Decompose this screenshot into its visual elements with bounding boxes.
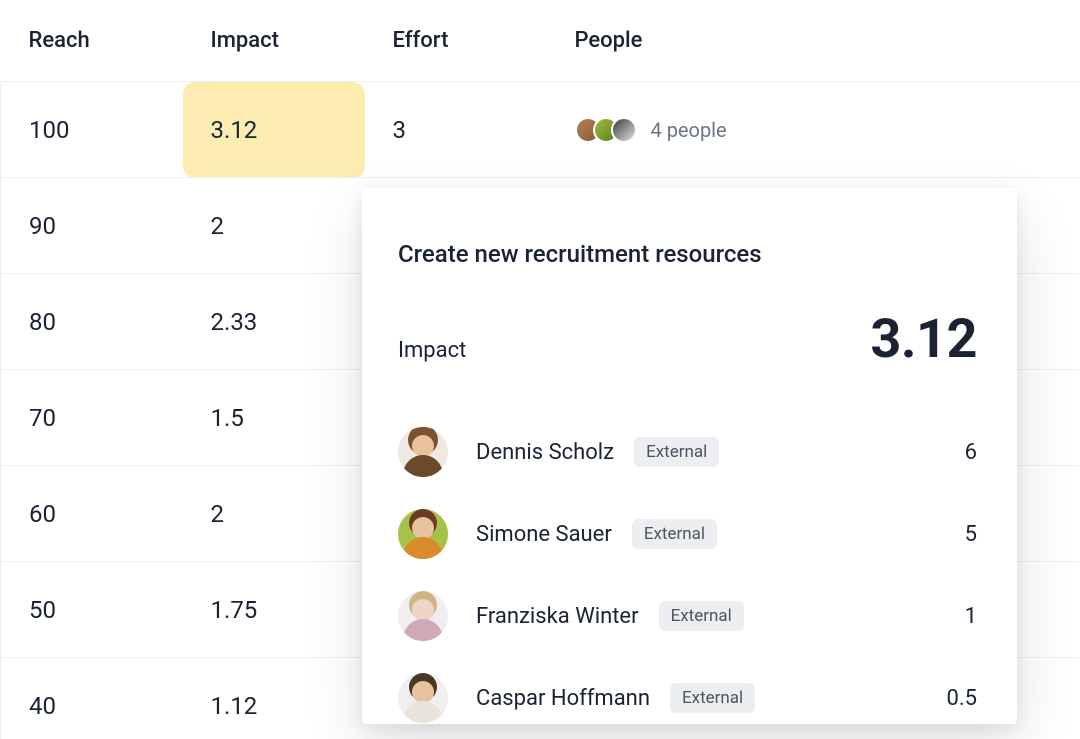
person-score: 1 [965,604,977,629]
person-name: Franziska Winter [476,604,639,629]
cell-reach[interactable]: 90 [1,178,183,274]
person-score: 6 [965,440,977,465]
external-badge: External [632,519,717,549]
external-badge: External [670,683,755,713]
avatar-icon [398,591,448,641]
cell-reach[interactable]: 50 [1,562,183,658]
cell-impact[interactable]: 2.33 [183,274,365,370]
cell-impact[interactable]: 1.75 [183,562,365,658]
people-count-label: 4 people [651,118,727,142]
avatar-icon [398,509,448,559]
cell-reach[interactable]: 70 [1,370,183,466]
cell-impact[interactable]: 1.5 [183,370,365,466]
cell-reach[interactable]: 80 [1,274,183,370]
person-row[interactable]: Dennis Scholz External 6 [398,411,977,493]
avatar-icon [398,673,448,723]
cell-impact[interactable]: 2 [183,466,365,562]
table-header-row: Reach Impact Effort People [1,0,1080,82]
person-score: 0.5 [946,686,977,711]
cell-impact[interactable]: 1.12 [183,658,365,739]
column-header-effort[interactable]: Effort [365,0,547,82]
metric-value: 3.12 [870,308,977,371]
person-row[interactable]: Franziska Winter External 1 [398,575,977,657]
person-score: 5 [965,522,977,547]
external-badge: External [659,601,744,631]
impact-detail-popover: Create new recruitment resources Impact … [362,188,1017,724]
column-header-people[interactable]: People [547,0,1080,82]
cell-reach[interactable]: 60 [1,466,183,562]
person-name: Simone Sauer [476,522,612,547]
table-row[interactable]: 100 3.12 3 4 people [1,82,1080,178]
metric-label: Impact [398,338,466,363]
avatar-icon [611,117,637,143]
external-badge: External [634,437,719,467]
cell-reach[interactable]: 100 [1,82,183,178]
cell-people[interactable]: 4 people [547,82,1080,178]
cell-impact[interactable]: 2 [183,178,365,274]
popover-title: Create new recruitment resources [398,240,977,268]
popover-metric: Impact 3.12 [398,308,977,371]
person-name: Caspar Hoffmann [476,686,650,711]
person-row[interactable]: Simone Sauer External 5 [398,493,977,575]
cell-effort[interactable]: 3 [365,82,547,178]
person-row[interactable]: Caspar Hoffmann External 0.5 [398,657,977,739]
person-name: Dennis Scholz [476,440,614,465]
cell-reach[interactable]: 40 [1,658,183,739]
avatar-stack [575,117,637,143]
avatar-icon [398,427,448,477]
cell-impact[interactable]: 3.12 [183,82,365,178]
column-header-reach[interactable]: Reach [1,0,183,82]
column-header-impact[interactable]: Impact [183,0,365,82]
